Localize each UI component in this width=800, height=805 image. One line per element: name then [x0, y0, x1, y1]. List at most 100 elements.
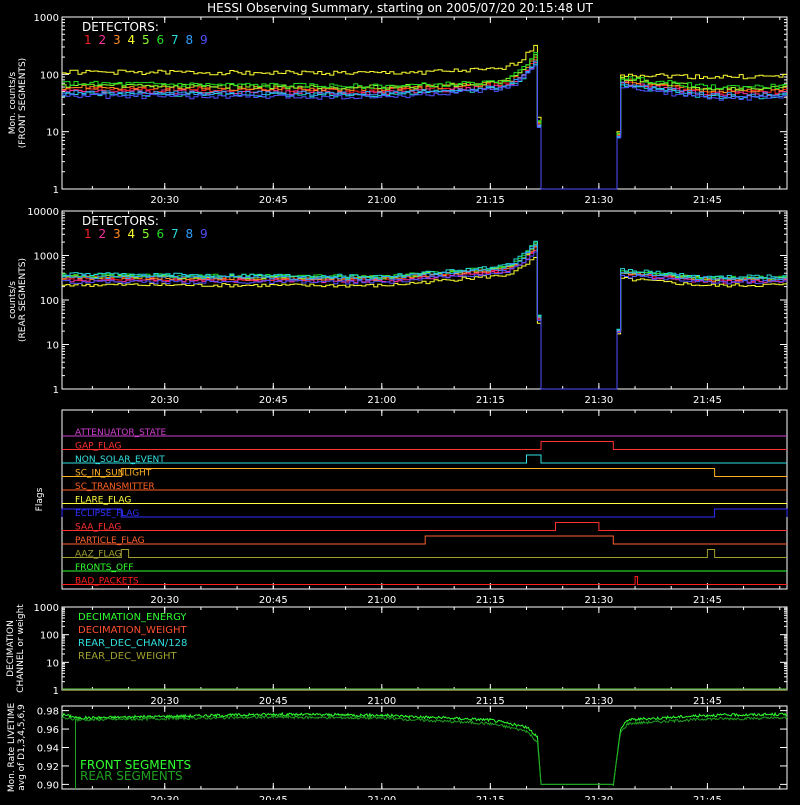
- front-xtick-label: 21:15: [476, 195, 505, 206]
- decimation-ytick-label: 1: [53, 686, 59, 697]
- rear-legend-entry: 3: [113, 227, 121, 241]
- front-series-6: [62, 52, 787, 190]
- livetime-ylabel: Mon. Rate LIVETIME: [7, 703, 17, 793]
- front-series-8: [62, 60, 787, 190]
- front-xtick-label: 21:00: [367, 195, 396, 206]
- rear-series-7: [62, 240, 787, 390]
- livetime-xtick-label: 21:15: [476, 795, 505, 800]
- flag-trace: [62, 549, 787, 558]
- front-ylabel: (FRONT SEGMENTS): [18, 58, 28, 148]
- decimation-legend-entry: DECIMATION_WEIGHT: [78, 625, 187, 636]
- flags-xtick-label: 21:15: [476, 595, 505, 606]
- rear-legend-entry: 9: [200, 227, 208, 241]
- front-ytick-label: 1: [53, 185, 59, 196]
- flags-xtick-label: 21:00: [367, 595, 396, 606]
- front-xtick-label: 21:45: [693, 195, 722, 206]
- front-legend-entry: 7: [171, 33, 179, 47]
- decimation-xtick-label: 21:30: [584, 696, 613, 707]
- livetime-legend-entry: REAR SEGMENTS: [80, 769, 183, 783]
- livetime-xtick-label: 21:30: [584, 795, 613, 800]
- decimation-xtick-label: 21:15: [476, 696, 505, 707]
- front-series-4: [62, 44, 787, 190]
- decimation-legend-entry: DECIMATION_ENERGY: [78, 612, 187, 623]
- rear-xtick-label: 21:30: [584, 395, 613, 406]
- front-legend-entry: 4: [128, 33, 136, 47]
- flag-trace: [62, 576, 787, 585]
- livetime-xtick-label: 20:45: [259, 795, 288, 800]
- rear-xtick-label: 20:30: [150, 395, 179, 406]
- front-legend-entry: 5: [142, 33, 150, 47]
- front-xtick-label: 21:30: [584, 195, 613, 206]
- front-legend-entry: 6: [157, 33, 165, 47]
- rear-legend-entry: 5: [142, 227, 150, 241]
- rear-legend-entry: 4: [128, 227, 136, 241]
- observing-summary-figure: HESSI Observing Summary, starting on 200…: [0, 0, 800, 805]
- decimation-ytick-label: 100: [40, 631, 59, 642]
- rear-series-3: [62, 245, 787, 390]
- rear-xtick-label: 21:00: [367, 395, 396, 406]
- decimation-legend-entry: REAR_DEC_CHAN/128: [78, 638, 187, 649]
- front-ylabel: Mon. counts/s: [8, 71, 18, 134]
- decimation-ytick-label: 10: [46, 658, 59, 669]
- decimation-legend-entry: REAR_DEC_WEIGHT: [78, 651, 177, 662]
- decimation-xtick-label: 21:45: [693, 696, 722, 707]
- front-series-2: [62, 62, 787, 190]
- rear-legend-entry: 6: [157, 227, 165, 241]
- decimation-xtick-label: 20:30: [150, 696, 179, 707]
- flags-xtick-label: 20:45: [259, 595, 288, 606]
- flags-xtick-label: 21:30: [584, 595, 613, 606]
- livetime-ytick-label: 0.90: [37, 780, 59, 791]
- front-xtick-label: 20:30: [150, 195, 179, 206]
- livetime-xtick-label: 21:00: [367, 795, 396, 800]
- front-ytick-label: 100: [40, 70, 59, 81]
- flags-frame: [61, 409, 788, 590]
- livetime-ylabel: avg of D1,3,4,5,6,9: [17, 704, 27, 791]
- flag-trace: [62, 522, 787, 531]
- rear-series-1: [62, 247, 787, 390]
- rear-ytick-label: 1: [53, 385, 59, 396]
- rear-ylabel: (REAR SEGMENTS): [18, 258, 28, 342]
- flag-trace: [62, 454, 787, 464]
- rear-xtick-label: 20:45: [259, 395, 288, 406]
- rear-series-8: [62, 244, 787, 390]
- front-ytick-label: 10: [46, 128, 59, 139]
- front-ytick-label: 1000: [34, 13, 59, 24]
- livetime-ytick-label: 0.96: [37, 725, 59, 736]
- decimation-ylabel: CHANNEL or weight: [16, 604, 26, 693]
- flags-ylabel: Flags: [35, 487, 45, 511]
- decimation-ylabel: DECIMATION: [6, 620, 16, 677]
- rear-legend-entry: 7: [171, 227, 179, 241]
- flag-trace: [61, 508, 788, 518]
- front-xtick-label: 20:45: [259, 195, 288, 206]
- decimation-xtick-label: 21:00: [367, 696, 396, 707]
- rear-legend-entry: 8: [186, 227, 194, 241]
- livetime-ytick-label: 0.98: [37, 707, 59, 718]
- front-series-3: [62, 56, 787, 190]
- rear-legend-entry: 1: [84, 227, 92, 241]
- decimation-xtick-label: 20:45: [259, 696, 288, 707]
- rear-series-2: [62, 249, 787, 390]
- rear-xtick-label: 21:15: [476, 395, 505, 406]
- rear-ytick-label: 100: [40, 296, 59, 307]
- flag-trace: [62, 535, 787, 545]
- livetime-ytick-label: 0.94: [37, 744, 59, 755]
- flag-trace: [62, 441, 787, 450]
- front-legend-title: DETECTORS:: [82, 20, 159, 34]
- rear-ylabel: counts/s: [8, 281, 18, 319]
- rear-legend-title: DETECTORS:: [82, 214, 159, 228]
- front-legend-entry: 8: [186, 33, 194, 47]
- front-legend-entry: 9: [200, 33, 208, 47]
- livetime-xtick-label: 20:30: [150, 795, 179, 800]
- rear-ytick-label: 10: [46, 341, 59, 352]
- figure-title: HESSI Observing Summary, starting on 200…: [207, 1, 593, 15]
- rear-series-5: [62, 243, 787, 390]
- rear-series-6: [62, 241, 787, 390]
- livetime-ytick-label: 0.92: [37, 762, 59, 773]
- flag-trace: [62, 468, 787, 477]
- rear-ytick-label: 10000: [27, 207, 59, 218]
- front-series-1: [62, 59, 787, 190]
- flags-xtick-label: 20:30: [150, 595, 179, 606]
- figure-svg: HESSI Observing Summary, starting on 200…: [6, 1, 788, 805]
- front-legend-entry: 1: [84, 33, 92, 47]
- front-legend-entry: 3: [113, 33, 121, 47]
